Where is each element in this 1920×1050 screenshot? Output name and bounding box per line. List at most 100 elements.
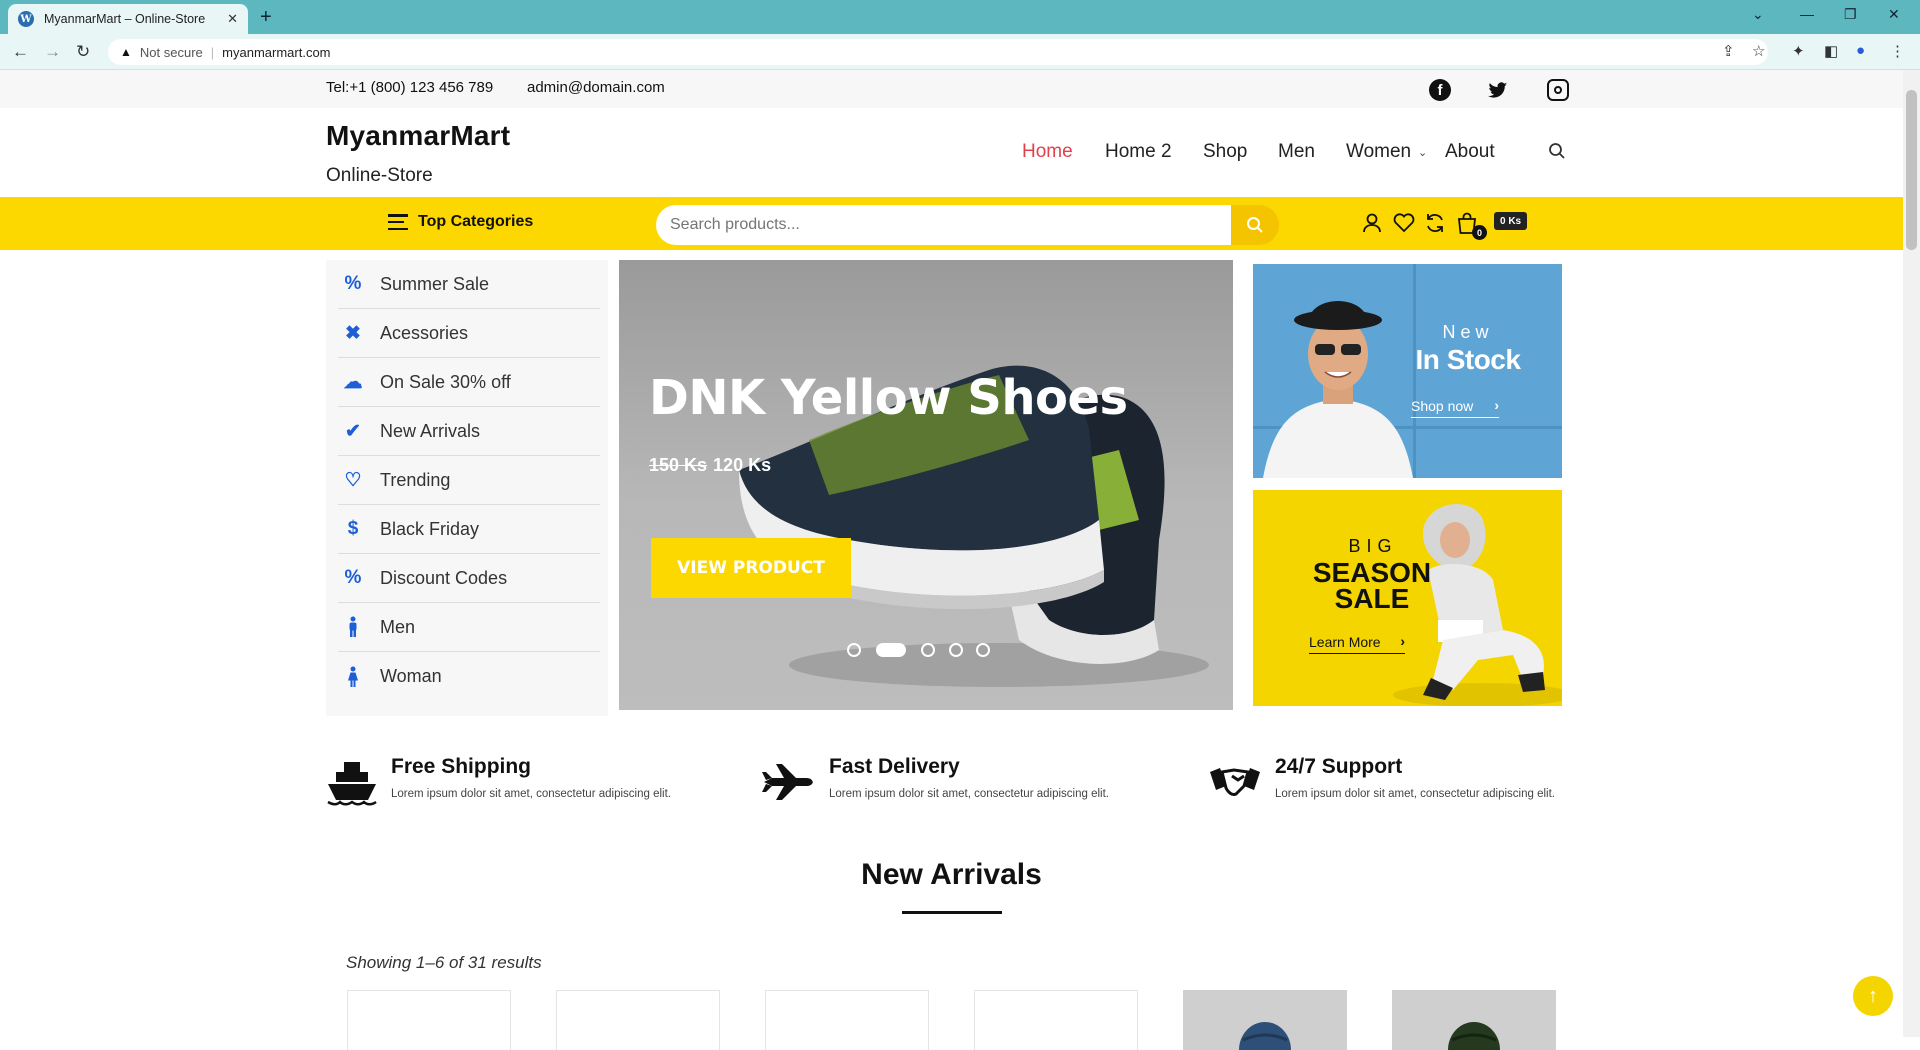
user-icon[interactable] — [1360, 211, 1384, 235]
ship-icon — [327, 762, 377, 806]
male-icon — [342, 616, 364, 638]
window-close-icon[interactable]: ✕ — [1888, 6, 1900, 23]
product-card[interactable] — [1392, 990, 1556, 1050]
restore-icon[interactable]: ❐ — [1844, 6, 1857, 23]
scroll-to-top-button[interactable]: ↑ — [1853, 976, 1893, 1016]
forward-icon[interactable]: → — [44, 42, 61, 62]
product-card[interactable] — [765, 990, 929, 1050]
search-icon[interactable] — [1548, 142, 1566, 160]
chevron-right-icon: › — [1494, 397, 1499, 413]
nav-home-2[interactable]: Home 2 — [1105, 141, 1172, 163]
slider-dot-3[interactable] — [921, 643, 935, 657]
site-logo[interactable]: MyanmarMart — [326, 120, 510, 152]
category-discount-codes[interactable]: % Discount Codes — [338, 554, 600, 603]
tab-search-chevron-icon[interactable]: ⌄ — [1752, 6, 1764, 23]
facebook-icon[interactable]: f — [1429, 79, 1451, 101]
big-season-sale-banner[interactable]: BIG SEASON SALE Learn More › — [1253, 490, 1562, 706]
instagram-icon[interactable] — [1547, 79, 1569, 101]
slide-title: DNK Yellow Shoes — [649, 370, 1128, 426]
top-categories-label: Top Categories — [418, 213, 534, 230]
url-separator: | — [210, 44, 215, 60]
learn-more-link[interactable]: Learn More › — [1309, 633, 1405, 654]
category-woman[interactable]: Woman — [338, 652, 600, 701]
feature-title: Fast Delivery — [829, 755, 960, 778]
category-trending[interactable]: ♡ Trending — [338, 456, 600, 505]
slider-dot-1[interactable] — [847, 643, 861, 657]
new-in-stock-banner[interactable]: New In Stock Shop now › — [1253, 264, 1562, 478]
slider-dot-2[interactable] — [876, 643, 906, 657]
twitter-icon[interactable] — [1487, 79, 1509, 101]
feature-desc: Lorem ipsum dolor sit amet, consectetur … — [1275, 788, 1555, 800]
top-categories-button[interactable]: Top Categories — [388, 213, 533, 231]
chevron-down-icon[interactable]: ⌄ — [1418, 146, 1427, 159]
view-product-button[interactable]: VIEW PRODUCT — [651, 538, 851, 598]
category-new-arrivals[interactable]: ✔ New Arrivals — [338, 407, 600, 456]
not-secure-label: Not secure — [139, 44, 203, 60]
email-text[interactable]: admin@domain.com — [527, 79, 665, 96]
reload-icon[interactable]: ↻ — [76, 42, 90, 62]
slider-dot-5[interactable] — [976, 643, 990, 657]
category-men[interactable]: Men — [338, 603, 600, 652]
category-label: Acessories — [380, 322, 469, 343]
product-card[interactable] — [556, 990, 720, 1050]
wishlist-heart-icon[interactable] — [1392, 211, 1416, 235]
back-icon[interactable]: ← — [12, 42, 29, 62]
percent-icon: % — [344, 567, 362, 588]
top-info-bar: Tel:+1 (800) 123 456 789 admin@domain.co… — [0, 70, 1903, 108]
share-icon[interactable]: ⇪ — [1722, 42, 1735, 60]
slider-dot-4[interactable] — [949, 643, 963, 657]
bookmark-star-icon[interactable]: ☆ — [1752, 42, 1765, 60]
search-input[interactable] — [656, 205, 1231, 245]
side-panel-icon[interactable]: ◧ — [1824, 42, 1838, 60]
scrollbar-thumb[interactable] — [1906, 90, 1917, 250]
browser-tab[interactable]: W MyanmarMart – Online-Store ✕ — [8, 4, 248, 34]
man-photo-image — [1263, 301, 1413, 478]
extensions-icon[interactable]: ✦ — [1792, 42, 1805, 60]
site-tagline: Online-Store — [326, 165, 433, 186]
category-label: Discount Codes — [380, 567, 508, 588]
nav-men[interactable]: Men — [1278, 141, 1315, 163]
minimize-icon[interactable]: — — [1800, 6, 1814, 22]
new-tab-button[interactable]: + — [260, 6, 272, 29]
feature-desc: Lorem ipsum dolor sit amet, consectetur … — [391, 788, 671, 800]
handshake-icon — [1210, 768, 1260, 796]
cart-total-badge: 0 Ks — [1494, 212, 1528, 230]
female-icon — [342, 666, 364, 688]
url-field[interactable]: ▲ Not secure | myanmarmart.com — [108, 39, 1768, 65]
browser-menu-icon[interactable]: ⋮ — [1890, 42, 1905, 60]
profile-icon[interactable]: ● — [1856, 42, 1865, 59]
product-card[interactable] — [347, 990, 511, 1050]
heading-underline — [902, 911, 1002, 914]
nav-women[interactable]: Women — [1346, 141, 1411, 163]
new-price: 120 Ks — [713, 455, 772, 475]
slide-price: 150 Ks 120 Ks — [649, 455, 771, 476]
arrow-up-icon: ↑ — [1868, 984, 1878, 1007]
new-arrivals-heading: New Arrivals — [861, 858, 1042, 891]
compare-refresh-icon[interactable] — [1423, 211, 1447, 235]
nav-home[interactable]: Home — [1022, 141, 1073, 163]
nav-about[interactable]: About — [1445, 141, 1495, 163]
tools-icon: ✖ — [345, 322, 361, 344]
shop-now-link[interactable]: Shop now › — [1411, 397, 1499, 418]
category-summer-sale[interactable]: % Summer Sale — [338, 260, 600, 309]
category-label: Summer Sale — [380, 273, 490, 294]
feature-free-shipping: Free Shipping Lorem ipsum dolor sit amet… — [391, 755, 671, 800]
nav-shop[interactable]: Shop — [1203, 141, 1247, 163]
blue-beanie-image — [1239, 1022, 1291, 1050]
category-acessories[interactable]: ✖ Acessories — [338, 309, 600, 358]
hero-slider[interactable]: DNK Yellow Shoes 150 Ks 120 Ks VIEW PRODU… — [619, 260, 1233, 710]
menu-lines-icon — [388, 214, 408, 230]
tab-close-icon[interactable]: ✕ — [227, 11, 238, 27]
category-on-sale[interactable]: ☁ On Sale 30% off — [338, 358, 600, 407]
banner2-small-text: BIG — [1348, 536, 1398, 556]
category-sidebar: % Summer Sale ✖ Acessories ☁ On Sale 30%… — [326, 260, 608, 716]
product-card[interactable] — [1183, 990, 1347, 1050]
tab-title: MyanmarMart – Online-Store — [44, 12, 206, 26]
heart-icon: ♡ — [344, 469, 362, 491]
product-card[interactable] — [974, 990, 1138, 1050]
url-text: myanmarmart.com — [222, 44, 331, 60]
search-submit-button[interactable] — [1231, 205, 1279, 245]
feature-support: 24/7 Support Lorem ipsum dolor sit amet,… — [1275, 755, 1555, 800]
category-black-friday[interactable]: $ Black Friday — [338, 505, 600, 554]
cloud-icon: ☁ — [343, 371, 363, 393]
